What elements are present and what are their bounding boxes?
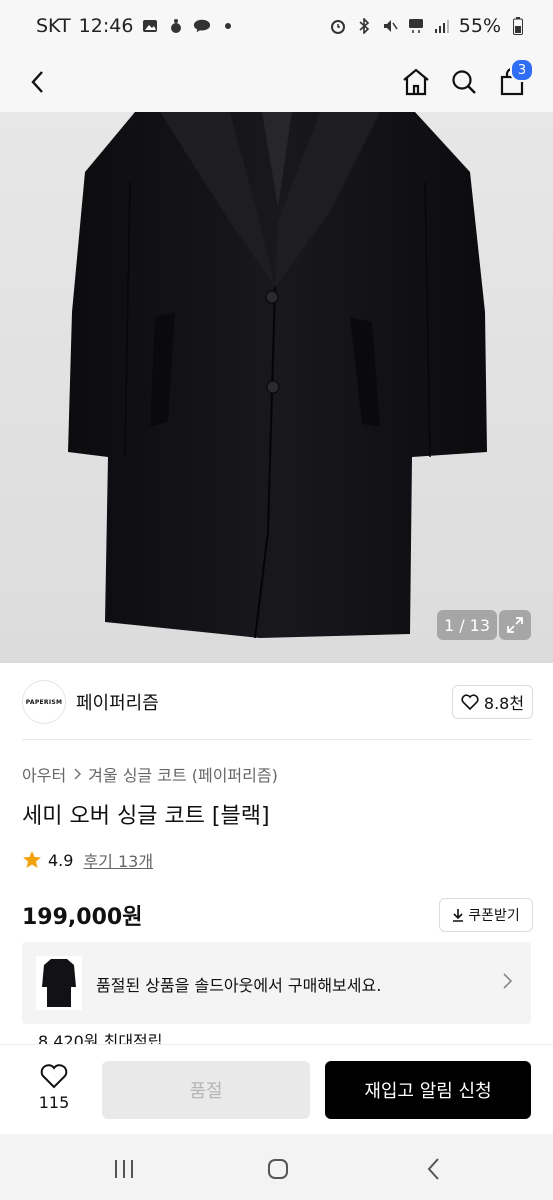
- wishlist-count: 115: [38, 1093, 70, 1112]
- star-icon: [23, 851, 41, 868]
- chevron-right-icon: [74, 768, 82, 780]
- chevron-left-icon: [31, 71, 43, 93]
- soldout-promo-banner[interactable]: 품절된 상품을 솔드아웃에서 구매해보세요.: [22, 942, 531, 1024]
- coupon-label: 쿠폰받기: [468, 908, 520, 924]
- cell-signal-icon: [433, 17, 451, 35]
- home-system-button[interactable]: [263, 1154, 293, 1184]
- talk-notification-icon: [193, 17, 211, 35]
- coupon-button[interactable]: 쿠폰받기: [439, 898, 533, 932]
- chevron-right-icon: [501, 972, 513, 994]
- product-price: 199,000원: [22, 905, 143, 930]
- carrier-label: SKT: [36, 15, 71, 37]
- brand-name[interactable]: 페이퍼리즘: [76, 689, 159, 715]
- 5g-signal-icon: [407, 17, 425, 35]
- cart-count-badge: 3: [510, 58, 534, 82]
- rating-score: 4.9: [48, 850, 74, 870]
- divider: [22, 739, 531, 740]
- top-navigation: 3: [0, 52, 553, 174]
- image-counter: 1 / 13: [437, 610, 497, 640]
- download-icon: [453, 909, 464, 922]
- home-icon: [403, 68, 429, 96]
- brand-like-button[interactable]: 8.8천: [452, 685, 533, 719]
- mute-icon: [381, 17, 399, 35]
- product-title: 세미 오버 싱글 코트 [블랙]: [22, 804, 270, 829]
- app-notification-icon: [167, 17, 185, 35]
- product-image: [68, 112, 487, 639]
- recent-apps-icon: [115, 1160, 133, 1178]
- breadcrumb-item-outer[interactable]: 아우터: [22, 762, 66, 786]
- reviews-link[interactable]: 후기 13개: [83, 848, 153, 872]
- home-button[interactable]: [396, 62, 436, 102]
- brand-logo[interactable]: PAPERISM: [22, 680, 66, 724]
- wishlist-button[interactable]: 115: [28, 1063, 80, 1119]
- cart-button[interactable]: 3: [492, 58, 534, 102]
- fullscreen-button[interactable]: [499, 610, 531, 640]
- expand-icon: [507, 617, 523, 633]
- bluetooth-icon: [355, 17, 373, 35]
- home-circle-icon: [268, 1159, 288, 1179]
- back-system-button[interactable]: [419, 1154, 449, 1184]
- more-notifications-dot-icon: [219, 17, 237, 35]
- restock-notify-button[interactable]: 재입고 알림 신청: [325, 1061, 531, 1119]
- product-image-gallery[interactable]: [0, 112, 553, 663]
- brand-row: PAPERISM 페이퍼리즘 8.8천: [0, 670, 553, 740]
- breadcrumb: 아우터 겨울 싱글 코트 (페이퍼리즘): [22, 762, 278, 786]
- bottom-action-bar: 115 품절 재입고 알림 신청: [0, 1044, 553, 1135]
- brand-like-count: 8.8천: [483, 694, 525, 713]
- back-arrow-icon: [427, 1158, 439, 1180]
- search-button[interactable]: [444, 62, 484, 102]
- heart-outline-icon: [461, 694, 479, 710]
- breadcrumb-item-category[interactable]: 겨울 싱글 코트 (페이퍼리즘): [88, 762, 278, 786]
- clock: 12:46: [78, 15, 134, 37]
- rating-row: 4.9 후기 13개: [22, 848, 153, 872]
- system-navigation-bar: [0, 1134, 553, 1200]
- back-button[interactable]: [18, 62, 58, 102]
- battery-percent: 55%: [458, 15, 501, 37]
- search-icon: [452, 70, 476, 94]
- gallery-notification-icon: [141, 17, 159, 35]
- soldout-button: 품절: [102, 1061, 310, 1119]
- recent-apps-button[interactable]: [109, 1154, 139, 1184]
- alarm-icon: [329, 17, 347, 35]
- coat-thumbnail: [36, 956, 82, 1010]
- heart-icon: [40, 1064, 68, 1089]
- soldout-banner-text: 품절된 상품을 솔드아웃에서 구매해보세요.: [96, 976, 382, 995]
- status-bar: SKT 12:46 55%: [0, 0, 553, 52]
- battery-icon: [509, 17, 527, 35]
